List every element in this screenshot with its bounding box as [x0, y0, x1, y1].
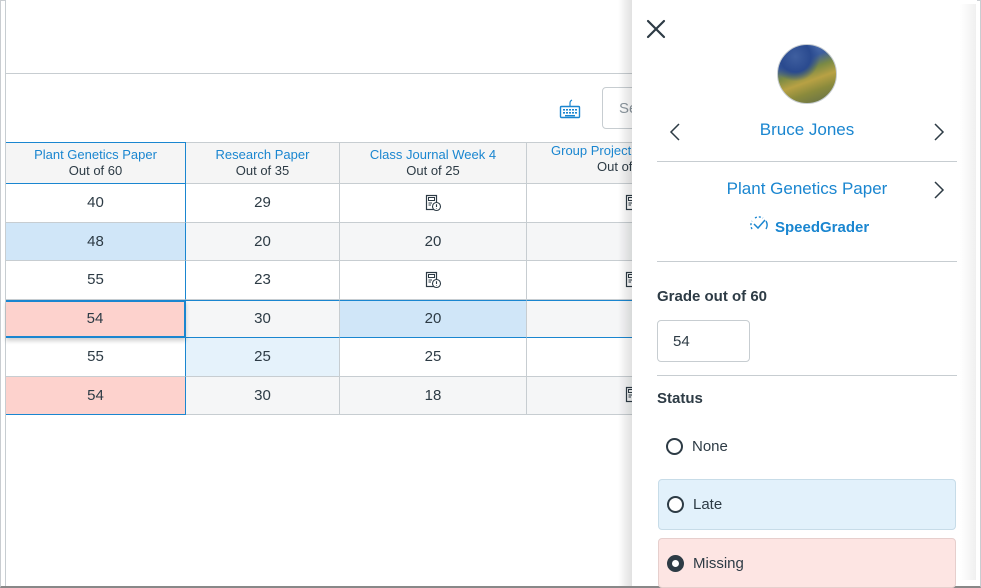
column-title: Research Paper: [215, 147, 310, 162]
speedgrader-icon: [748, 215, 770, 239]
column-header-research-paper[interactable]: Research Paper Out of 35: [186, 142, 340, 184]
status-label: Status: [657, 390, 703, 407]
grade-cell[interactable]: 30: [186, 299, 340, 338]
grade-cell[interactable]: 20: [340, 222, 527, 261]
grade-input[interactable]: [657, 320, 750, 362]
grade-cell[interactable]: 20: [340, 299, 527, 338]
grade-value: 30: [254, 386, 271, 404]
grade-label: Grade out of 60: [657, 288, 768, 305]
grade-cell[interactable]: 18: [340, 376, 527, 415]
column-header-plant-genetics-paper[interactable]: Plant Genetics Paper Out of 60: [6, 142, 186, 184]
status-option-label: None: [692, 438, 728, 455]
grade-value: 48: [87, 232, 104, 250]
gradebook-page: Search Plant Genetics Paper Out of 60 Re…: [6, 0, 662, 586]
tray-divider: [657, 261, 957, 262]
grade-value: 55: [87, 271, 104, 289]
header-divider: [6, 73, 636, 74]
submission-icon: [424, 194, 442, 212]
grade-cell[interactable]: 54: [6, 376, 186, 415]
grade-cell[interactable]: [340, 261, 527, 300]
grade-value: 25: [254, 348, 271, 366]
table-row: 54 30 20: [6, 299, 657, 338]
status-option-label: Late: [693, 496, 723, 513]
grade-cell[interactable]: 25: [340, 338, 527, 377]
radio-none[interactable]: [666, 438, 683, 455]
next-student-icon[interactable]: [932, 121, 946, 143]
grade-cell[interactable]: [340, 184, 527, 223]
grade-value: 20: [254, 232, 271, 250]
tray-shadow: [618, 0, 632, 586]
grade-cell[interactable]: 40: [6, 184, 186, 223]
table-row: 55 25 25: [6, 338, 657, 377]
grade-value: 20: [424, 232, 442, 250]
speedgrader-label: SpeedGrader: [775, 218, 870, 236]
grade-value: 54: [87, 386, 104, 404]
close-icon[interactable]: [645, 18, 667, 40]
student-avatar: [777, 44, 837, 104]
column-points: Out of 60: [68, 163, 123, 178]
column-header-class-journal-week-4[interactable]: Class Journal Week 4 Out of 25: [340, 142, 527, 184]
grade-cell[interactable]: 30: [186, 376, 340, 415]
grid-header-row: Plant Genetics Paper Out of 60 Research …: [6, 142, 657, 184]
column-points: Out of 35: [235, 163, 290, 178]
status-option-label: Missing: [693, 554, 744, 572]
status-option-late[interactable]: Late: [658, 479, 956, 530]
grade-cell[interactable]: 23: [186, 261, 340, 300]
column-points: Out of 25: [406, 163, 460, 178]
status-option-none[interactable]: None: [658, 421, 956, 472]
radio-missing[interactable]: [667, 554, 684, 572]
grade-cell[interactable]: 20: [186, 222, 340, 261]
table-row: 48 20 20: [6, 222, 657, 261]
tray-edge: [960, 4, 976, 580]
grade-cell[interactable]: 29: [186, 184, 340, 223]
tray-divider: [657, 375, 957, 376]
status-option-missing[interactable]: Missing: [658, 538, 956, 588]
grade-cell[interactable]: 25: [186, 338, 340, 377]
next-assignment-icon[interactable]: [932, 179, 946, 201]
table-row: 54 30 18: [6, 376, 657, 415]
grade-cell[interactable]: 55: [6, 338, 186, 377]
keyboard-icon[interactable]: [559, 99, 581, 119]
student-name-link[interactable]: Bruce Jones: [700, 120, 914, 140]
submission-icon: [424, 271, 442, 289]
grade-value: 23: [254, 271, 271, 289]
grade-value: 54: [86, 310, 104, 328]
grade-value: 29: [254, 194, 271, 212]
grade-value: 55: [87, 348, 104, 366]
grade-value: 25: [424, 348, 442, 366]
speedgrader-link[interactable]: SpeedGrader: [748, 216, 869, 238]
column-title: Class Journal Week 4: [369, 147, 497, 162]
grade-value: 20: [424, 310, 442, 328]
table-row: 40 29: [6, 184, 657, 223]
tray-divider: [657, 161, 957, 162]
previous-student-icon[interactable]: [668, 121, 682, 143]
grade-value: 40: [87, 194, 104, 212]
grade-value: 30: [254, 310, 271, 328]
grade-cell[interactable]: 48: [6, 222, 186, 261]
radio-late[interactable]: [667, 496, 684, 513]
assignment-name-link[interactable]: Plant Genetics Paper: [700, 179, 914, 199]
table-row: 55 23: [6, 261, 657, 300]
grade-value: 18: [424, 386, 442, 404]
grade-cell[interactable]: 54: [6, 299, 186, 338]
grade-cell[interactable]: 55: [6, 261, 186, 300]
column-title: Plant Genetics Paper: [34, 147, 157, 162]
